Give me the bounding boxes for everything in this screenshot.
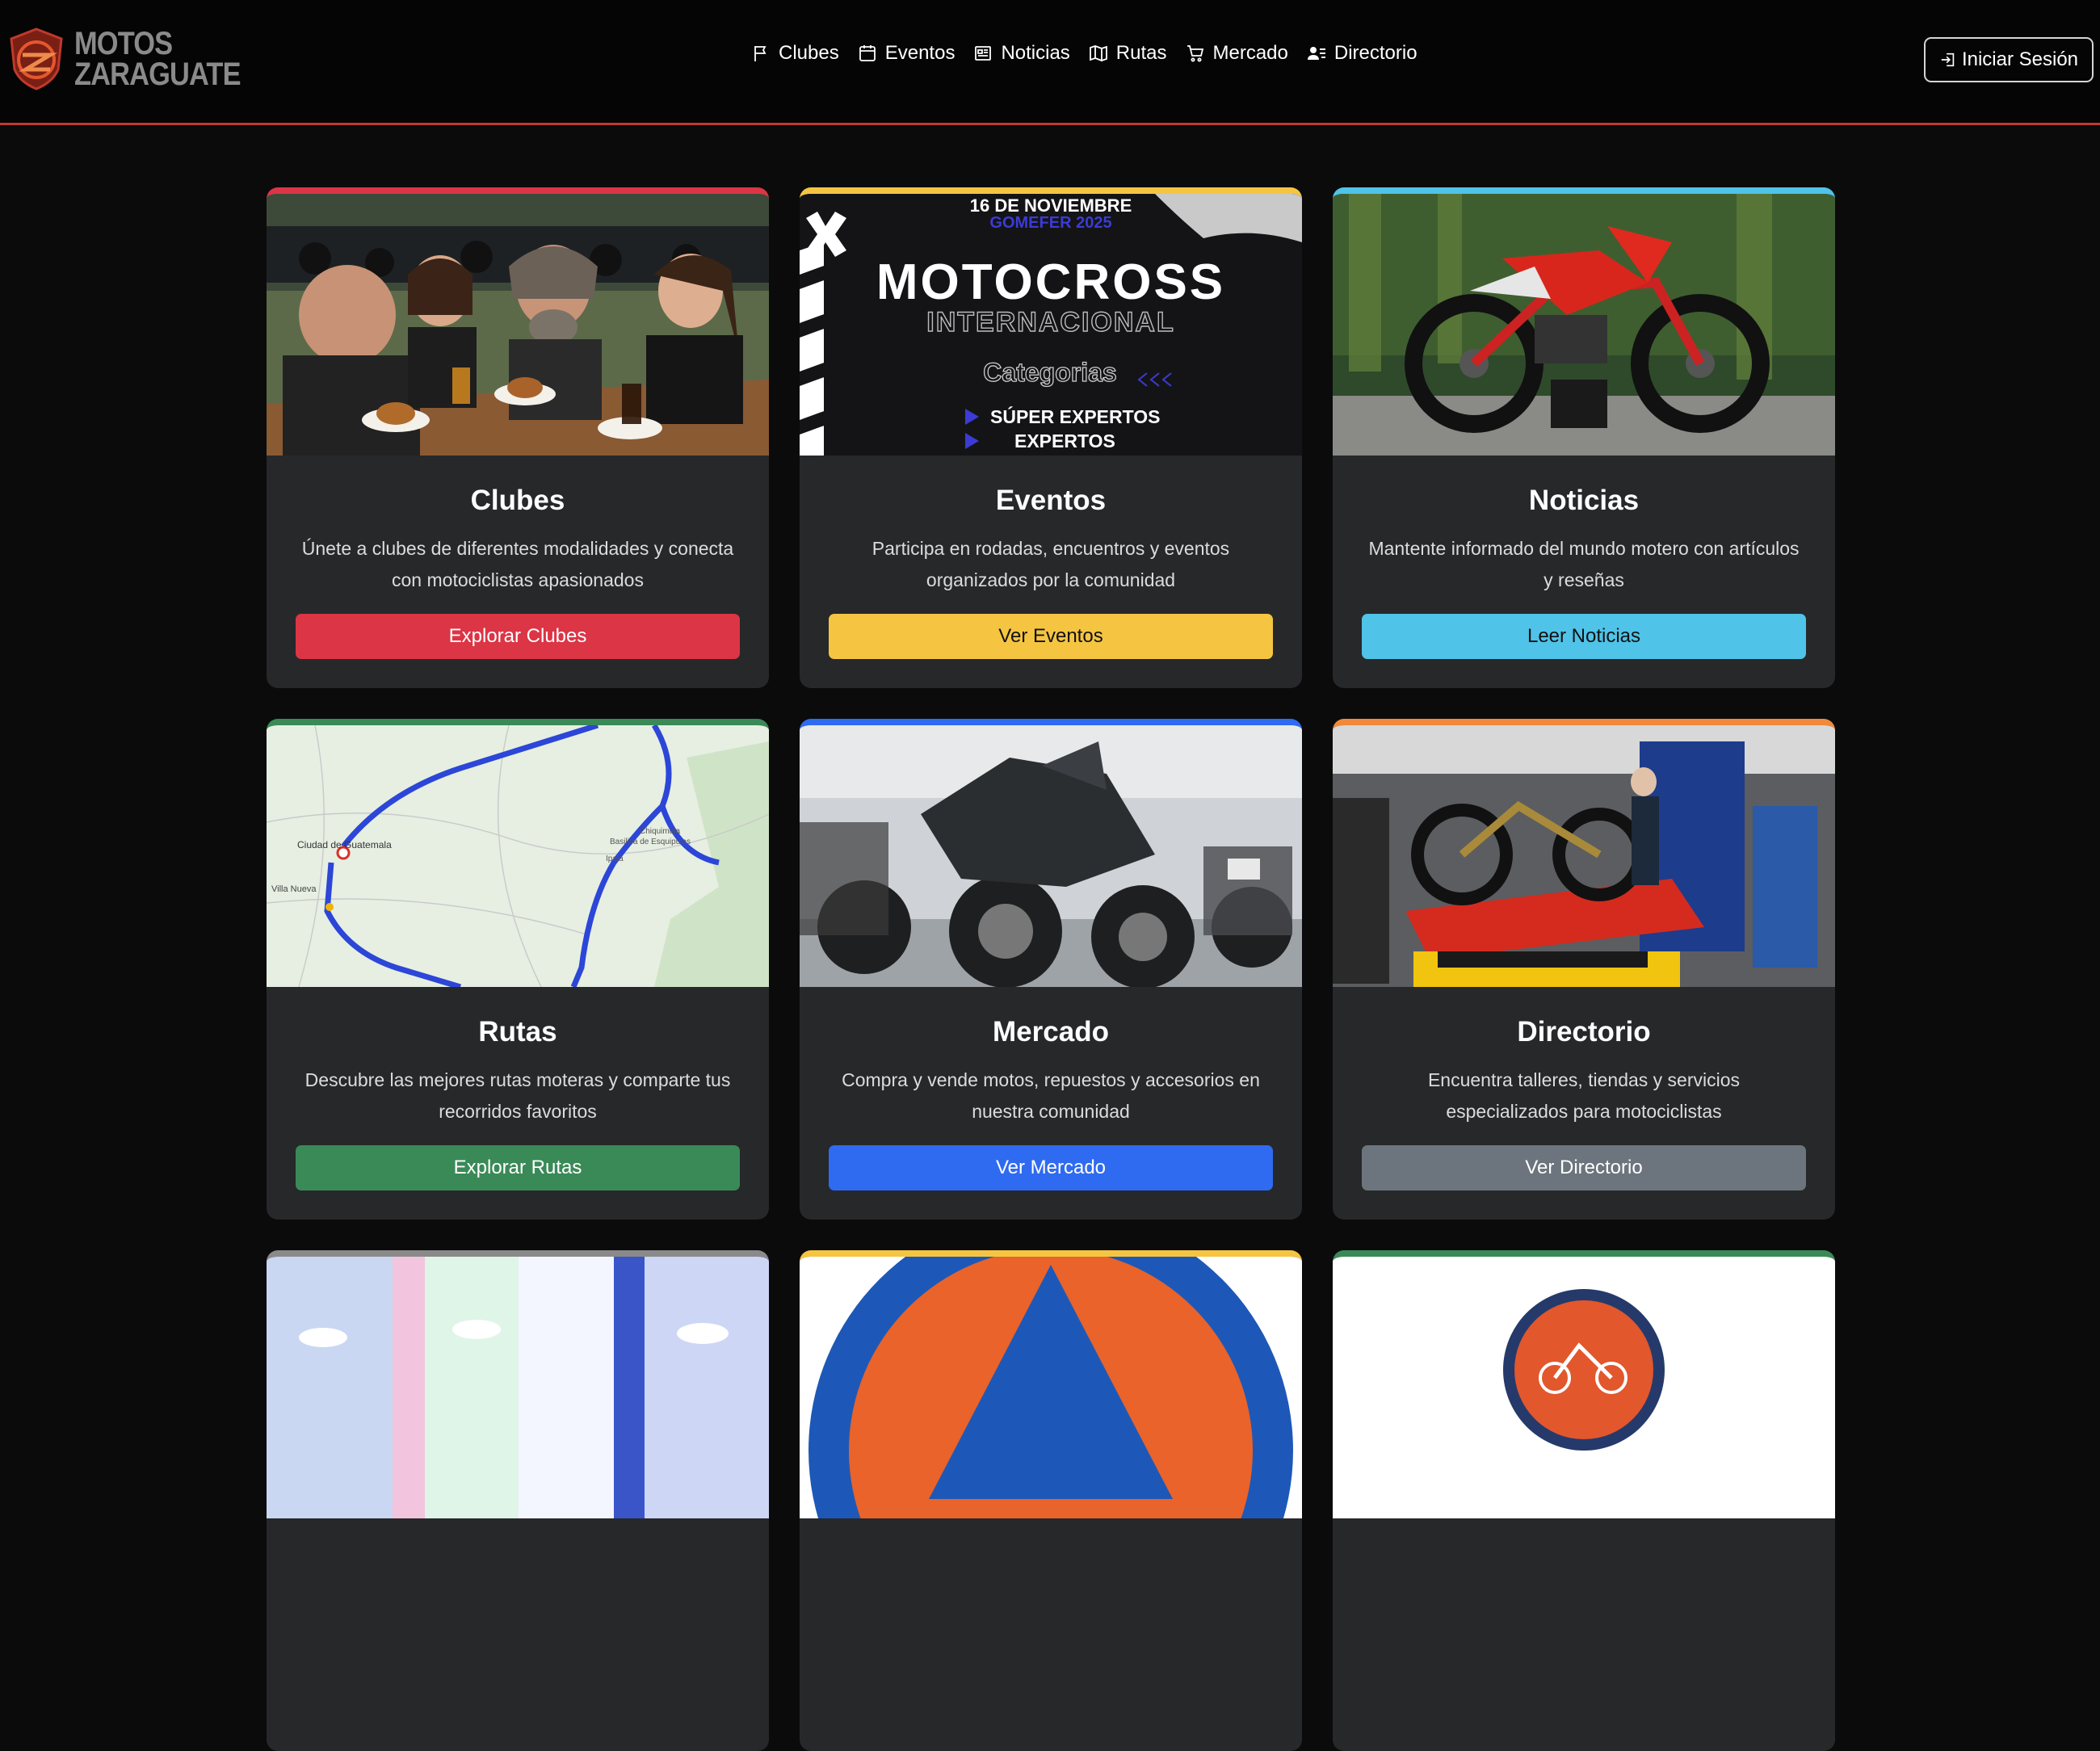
login-label: Iniciar Sesión <box>1961 48 2079 70</box>
nav-label: Mercado <box>1212 42 1288 64</box>
card-text: Mantente informado del mundo motero con … <box>1368 538 1800 590</box>
card-directorio: Directorio Encuentra talleres, tiendas y… <box>1333 719 1835 1220</box>
map-label-north: Chiquimula <box>640 827 680 836</box>
read-news-button[interactable]: Leer Noticias <box>1362 614 1806 659</box>
login-icon <box>1941 52 1955 67</box>
view-events-button[interactable]: Ver Eventos <box>829 614 1273 659</box>
card-partial-2 <box>800 1250 1302 1751</box>
partial-image-3 <box>1333 1257 1835 1518</box>
card-title: Noticias <box>1528 485 1640 516</box>
card-text: Descubre las mejores rutas moteras y com… <box>304 1069 731 1122</box>
noticias-image <box>1333 194 1835 456</box>
nav-label: Noticias <box>1001 42 1070 64</box>
brand-name: MOTOS ZARAGUATE <box>74 26 242 92</box>
poster-title: MOTOCROSS <box>876 254 1225 310</box>
map-label-town: Villa Nueva <box>271 884 317 894</box>
map-label-east: Basilica de Esquipulas <box>610 838 691 846</box>
partial-image-1 <box>267 1257 769 1518</box>
nav-mercado[interactable]: Mercado <box>1186 42 1288 65</box>
mercado-image <box>800 725 1302 987</box>
card-clubes: Clubes Únete a clubes de diferentes moda… <box>267 187 769 688</box>
poster-categories: Categorias <box>983 358 1116 387</box>
card-partial-1 <box>267 1250 769 1751</box>
card-text: Participa en rodadas, encuentros y event… <box>872 538 1230 590</box>
brand-line-2: ZARAGUATE <box>74 57 242 92</box>
card-title: Rutas <box>478 1016 557 1048</box>
nav-label: Directorio <box>1334 42 1418 64</box>
explore-routes-button[interactable]: Explorar Rutas <box>296 1145 740 1190</box>
map-icon <box>1089 45 1107 61</box>
nav-clubes[interactable]: Clubes <box>751 42 839 65</box>
card-title: Eventos <box>995 485 1107 516</box>
map-label-city: Ciudad de Guatemala <box>297 839 392 850</box>
map-label-mid: Ipala <box>606 855 624 863</box>
brand[interactable]: MOTOS ZARAGUATE <box>8 27 267 90</box>
moto-club-shield-icon <box>10 27 63 90</box>
poster-place: GOMEFER 2025 <box>989 214 1111 232</box>
main-nav: Clubes Eventos Noticias Rutas Mercado Di… <box>751 42 1436 65</box>
calendar-icon <box>859 45 876 61</box>
poster-date: 16 DE NOVIEMBRE <box>970 195 1132 216</box>
newspaper-icon <box>975 46 992 61</box>
nav-label: Eventos <box>884 42 956 64</box>
flag-icon <box>754 46 766 61</box>
partial-image-2 <box>800 1257 1302 1518</box>
card-title: Mercado <box>993 1016 1109 1048</box>
login-button[interactable]: Iniciar Sesión <box>1924 37 2094 82</box>
card-title: Clubes <box>470 485 565 516</box>
rutas-map: Ciudad de Guatemala Villa Nueva Basilica… <box>267 725 769 987</box>
poster-cat-1: SÚPER EXPERTOS <box>990 405 1160 427</box>
nav-directorio[interactable]: Directorio <box>1307 42 1418 65</box>
explore-clubs-button[interactable]: Explorar Clubes <box>296 614 740 659</box>
brand-line-1: MOTOS <box>74 26 173 61</box>
card-mercado: Mercado Compra y vende motos, repuestos … <box>800 719 1302 1220</box>
card-rutas: Ciudad de Guatemala Villa Nueva Basilica… <box>267 719 769 1220</box>
card-noticias: Noticias Mantente informado del mundo mo… <box>1333 187 1835 688</box>
poster-cat-2: EXPERTOS <box>1014 430 1115 451</box>
card-title: Directorio <box>1517 1016 1651 1048</box>
card-text: Encuentra talleres, tiendas y servicios … <box>1427 1069 1741 1122</box>
clubes-image <box>267 194 769 456</box>
card-text: Compra y vende motos, repuestos y acceso… <box>842 1069 1260 1122</box>
cart-icon <box>1186 45 1203 62</box>
view-market-button[interactable]: Ver Mercado <box>829 1145 1273 1190</box>
nav-label: Clubes <box>779 42 839 64</box>
navbar: MOTOS ZARAGUATE Clubes Eventos Noticias … <box>0 0 2100 125</box>
nav-rutas[interactable]: Rutas <box>1089 42 1167 65</box>
poster-subtitle: INTERNACIONAL <box>926 307 1174 338</box>
card-eventos: 16 DE NOVIEMBRE GOMEFER 2025 MOTOCROSS I… <box>800 187 1302 688</box>
view-directory-button[interactable]: Ver Directorio <box>1362 1145 1806 1190</box>
eventos-poster: 16 DE NOVIEMBRE GOMEFER 2025 MOTOCROSS I… <box>800 194 1302 456</box>
directorio-image <box>1333 725 1835 987</box>
nav-label: Rutas <box>1115 42 1167 64</box>
people-list-icon <box>1307 47 1325 60</box>
card-partial-3 <box>1333 1250 1835 1751</box>
card-text: Únete a clubes de diferentes modalidades… <box>301 538 734 590</box>
nav-noticias[interactable]: Noticias <box>973 42 1070 65</box>
nav-eventos[interactable]: Eventos <box>858 42 956 65</box>
